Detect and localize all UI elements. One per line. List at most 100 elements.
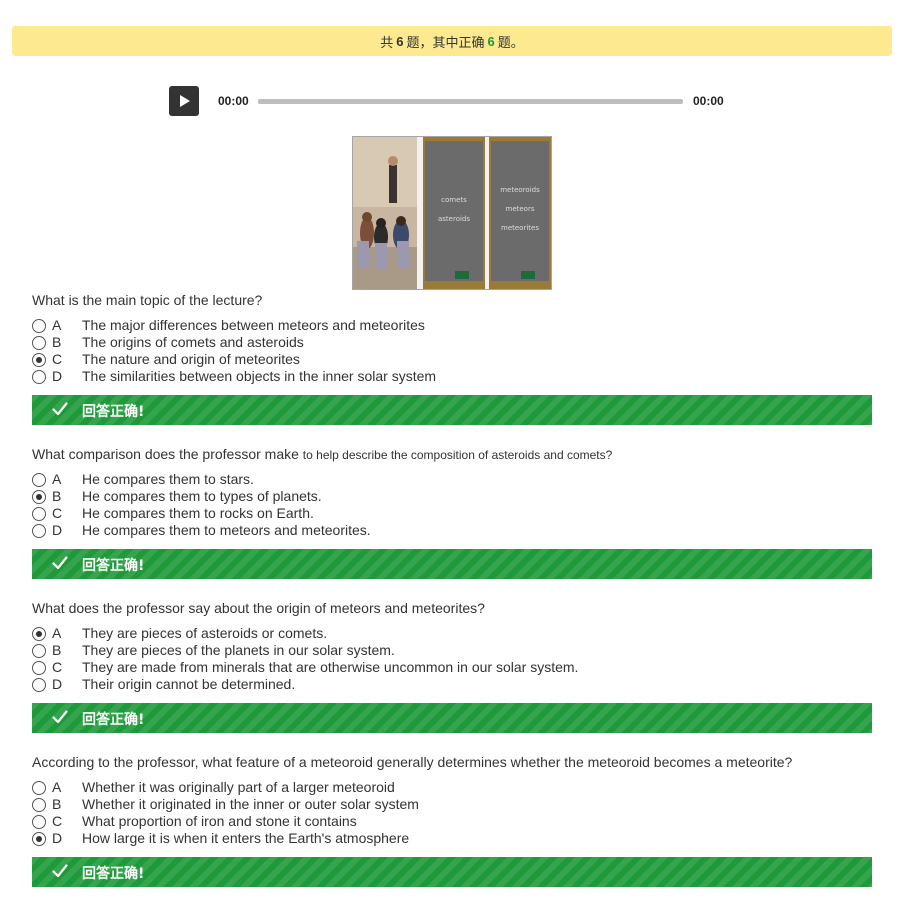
summary-middle: 题，其中正确 (406, 34, 485, 50)
question-text: What comparison does the professor make … (32, 445, 872, 465)
radio-button[interactable] (32, 319, 46, 333)
duration-time: 00:00 (693, 94, 724, 108)
board1-line1: comets (441, 196, 467, 204)
answer-option[interactable]: D How large it is when it enters the Eart… (32, 830, 872, 847)
answer-option[interactable]: C What proportion of iron and stone it co… (32, 813, 872, 830)
board1-line2: asteroids (438, 215, 470, 223)
correct-count: 6 (487, 33, 495, 49)
answer-options: A They are pieces of asteroids or comets.… (32, 625, 872, 693)
question-text: What does the professor say about the or… (32, 599, 872, 619)
option-text: He compares them to types of planets. (82, 488, 322, 504)
checkmark-icon (52, 556, 68, 570)
option-letter: B (52, 488, 62, 504)
option-text: Their origin cannot be determined. (82, 676, 296, 692)
answer-option[interactable]: B He compares them to types of planets. (32, 488, 872, 505)
audio-player: 00:00 00:00 (169, 86, 729, 116)
board2-line2: meteors (506, 205, 535, 213)
radio-button[interactable] (32, 473, 46, 487)
radio-button[interactable] (32, 370, 46, 384)
answer-option[interactable]: C The nature and origin of meteorites (32, 351, 872, 368)
question-block: What does the professor say about the or… (32, 599, 872, 733)
summary-prefix: 共 (380, 34, 394, 50)
option-letter: C (52, 813, 63, 829)
answer-option[interactable]: D The similarities between objects in the… (32, 368, 872, 385)
checkmark-icon (52, 710, 68, 724)
option-letter: A (52, 471, 62, 487)
lecture-image: comets asteroids meteoroids meteors mete… (352, 136, 552, 290)
radio-button[interactable] (32, 490, 46, 504)
option-text: The major differences between meteors an… (82, 317, 425, 333)
question-text: What is the main topic of the lecture? (32, 291, 872, 311)
option-letter: A (52, 317, 62, 333)
option-letter: D (52, 830, 63, 846)
option-letter: A (52, 625, 62, 641)
radio-button[interactable] (32, 832, 46, 846)
option-text: The origins of comets and asteroids (82, 334, 304, 350)
answer-options: A The major differences between meteors a… (32, 317, 872, 385)
radio-button[interactable] (32, 661, 46, 675)
option-text: They are made from minerals that are oth… (82, 659, 579, 675)
radio-button[interactable] (32, 815, 46, 829)
score-summary: 共 6 题，其中正确 6 题。 (12, 26, 892, 56)
option-text: He compares them to stars. (82, 471, 254, 487)
radio-button[interactable] (32, 336, 46, 350)
checkmark-icon (52, 864, 68, 878)
radio-button[interactable] (32, 627, 46, 641)
option-text: Whether it originated in the inner or ou… (82, 796, 419, 812)
radio-button[interactable] (32, 353, 46, 367)
answer-option[interactable]: D Their origin cannot be determined. (32, 676, 872, 693)
option-text: What proportion of iron and stone it con… (82, 813, 357, 829)
question-main-text: What is the main topic of the lecture? (32, 292, 263, 308)
answer-option[interactable]: B The origins of comets and asteroids (32, 334, 872, 351)
option-letter: D (52, 368, 63, 384)
answer-option[interactable]: A They are pieces of asteroids or comets. (32, 625, 872, 642)
result-banner: 回答正确! (32, 857, 872, 887)
summary-suffix: 题。 (497, 34, 524, 50)
radio-button[interactable] (32, 524, 46, 538)
option-letter: B (52, 334, 62, 350)
option-letter: A (52, 779, 62, 795)
option-text: They are pieces of asteroids or comets. (82, 625, 328, 641)
board2-line1: meteoroids (500, 186, 540, 194)
radio-button[interactable] (32, 798, 46, 812)
answer-option[interactable]: A Whether it was originally part of a lar… (32, 779, 872, 796)
radio-button[interactable] (32, 507, 46, 521)
result-text: 回答正确! (82, 866, 145, 882)
question-block: What is the main topic of the lecture? A T… (32, 291, 872, 425)
radio-button[interactable] (32, 644, 46, 658)
result-text: 回答正确! (82, 404, 145, 420)
answer-option[interactable]: B Whether it originated in the inner or o… (32, 796, 872, 813)
option-letter: D (52, 522, 63, 538)
current-time: 00:00 (218, 94, 249, 108)
radio-button[interactable] (32, 678, 46, 692)
radio-button[interactable] (32, 781, 46, 795)
answer-option[interactable]: C He compares them to rocks on Earth. (32, 505, 872, 522)
result-banner: 回答正确! (32, 549, 872, 579)
play-button[interactable] (169, 86, 199, 116)
question-main-text: What comparison does the professor make (32, 446, 303, 462)
answer-option[interactable]: D He compares them to meteors and meteori… (32, 522, 872, 539)
option-letter: C (52, 351, 63, 367)
option-letter: C (52, 659, 63, 675)
result-banner: 回答正确! (32, 703, 872, 733)
question-main-text: According to the professor, what feature… (32, 754, 793, 770)
option-text: He compares them to meteors and meteorit… (82, 522, 371, 538)
option-letter: C (52, 505, 63, 521)
result-text: 回答正确! (82, 712, 145, 728)
answer-option[interactable]: C They are made from minerals that are ot… (32, 659, 872, 676)
result-text: 回答正确! (82, 558, 145, 574)
answer-option[interactable]: B They are pieces of the planets in our s… (32, 642, 872, 659)
question-main-text: What does the professor say about the or… (32, 600, 485, 616)
question-small-text: to help describe the composition of aste… (302, 448, 613, 462)
option-text: How large it is when it enters the Earth… (82, 830, 410, 846)
audio-progress-bar[interactable] (258, 99, 683, 104)
option-text: They are pieces of the planets in our so… (82, 642, 395, 658)
checkmark-icon (52, 402, 68, 416)
answer-option[interactable]: A The major differences between meteors a… (32, 317, 872, 334)
question-text: According to the professor, what feature… (32, 753, 872, 773)
answer-options: A He compares them to stars. B He compares … (32, 471, 872, 539)
play-icon (180, 95, 190, 107)
question-block: According to the professor, what feature… (32, 753, 872, 887)
answer-option[interactable]: A He compares them to stars. (32, 471, 872, 488)
answer-options: A Whether it was originally part of a lar… (32, 779, 872, 847)
